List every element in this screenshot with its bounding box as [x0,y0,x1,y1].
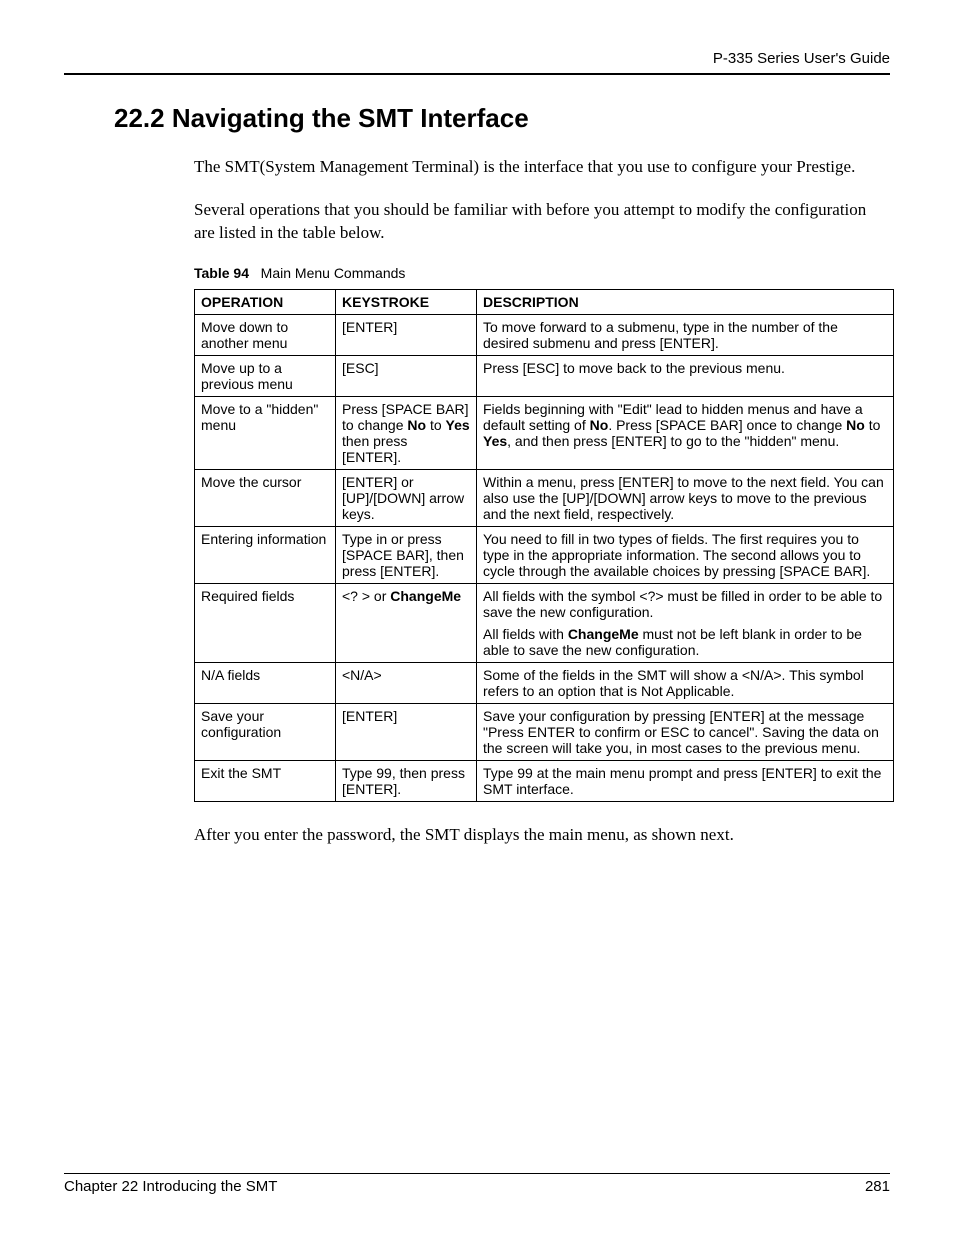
cell-keystroke: Press [SPACE BAR] to change No to Yes th… [336,396,477,469]
col-keystroke: KEYSTROKE [336,289,477,314]
table-row: Move up to a previous menu[ESC]Press [ES… [195,355,894,396]
table-row: Save your configuration[ENTER]Save your … [195,703,894,760]
running-head: P-335 Series User's Guide [64,50,890,67]
cell-keystroke: <? > or ChangeMe [336,583,477,662]
cell-operation: Entering information [195,526,336,583]
table-row: Required fields<? > or ChangeMeAll field… [195,583,894,662]
table-label: Table 94 [194,265,249,281]
table-row: Move down to another menu[ENTER]To move … [195,314,894,355]
cell-description: Press [ESC] to move back to the previous… [477,355,894,396]
table-row: N/A fields<N/A>Some of the fields in the… [195,662,894,703]
cell-operation: Move to a "hidden" menu [195,396,336,469]
cell-operation: Save your configuration [195,703,336,760]
cell-operation: Move the cursor [195,469,336,526]
cell-operation: Required fields [195,583,336,662]
table-row: Exit the SMTType 99, then press [ENTER].… [195,760,894,801]
col-operation: OPERATION [195,289,336,314]
cell-operation: Move down to another menu [195,314,336,355]
table-caption: Table 94 Main Menu Commands [194,265,890,281]
col-description: DESCRIPTION [477,289,894,314]
cell-description: Some of the fields in the SMT will show … [477,662,894,703]
cell-operation: Move up to a previous menu [195,355,336,396]
cell-keystroke: [ENTER] or [UP]/[DOWN] arrow keys. [336,469,477,526]
cell-operation: Exit the SMT [195,760,336,801]
table-title: Main Menu Commands [261,265,406,281]
cell-description: You need to fill in two types of fields.… [477,526,894,583]
cell-keystroke: Type in or press [SPACE BAR], then press… [336,526,477,583]
table-row: Move to a "hidden" menuPress [SPACE BAR]… [195,396,894,469]
section-heading: 22.2 Navigating the SMT Interface [114,103,890,134]
intro-paragraph-2: Several operations that you should be fa… [194,199,880,245]
cell-description: To move forward to a submenu, type in th… [477,314,894,355]
commands-table: OPERATION KEYSTROKE DESCRIPTION Move dow… [194,289,894,802]
header-rule [64,73,890,75]
cell-keystroke: <N/A> [336,662,477,703]
table-row: Move the cursor[ENTER] or [UP]/[DOWN] ar… [195,469,894,526]
intro-paragraph-1: The SMT(System Management Terminal) is t… [194,156,880,179]
cell-operation: N/A fields [195,662,336,703]
cell-description: Save your configuration by pressing [ENT… [477,703,894,760]
page-footer: Chapter 22 Introducing the SMT 281 [64,1166,890,1196]
footer-page-number: 281 [865,1178,890,1195]
cell-description: All fields with the symbol <?> must be f… [477,583,894,662]
cell-keystroke: Type 99, then press [ENTER]. [336,760,477,801]
cell-keystroke: [ESC] [336,355,477,396]
cell-description: Type 99 at the main menu prompt and pres… [477,760,894,801]
cell-description: Fields beginning with "Edit" lead to hid… [477,396,894,469]
footer-rule [64,1173,890,1174]
table-row: Entering informationType in or press [SP… [195,526,894,583]
cell-keystroke: [ENTER] [336,314,477,355]
cell-keystroke: [ENTER] [336,703,477,760]
after-table-paragraph: After you enter the password, the SMT di… [194,824,880,847]
table-header-row: OPERATION KEYSTROKE DESCRIPTION [195,289,894,314]
footer-chapter: Chapter 22 Introducing the SMT [64,1178,277,1195]
cell-description: Within a menu, press [ENTER] to move to … [477,469,894,526]
